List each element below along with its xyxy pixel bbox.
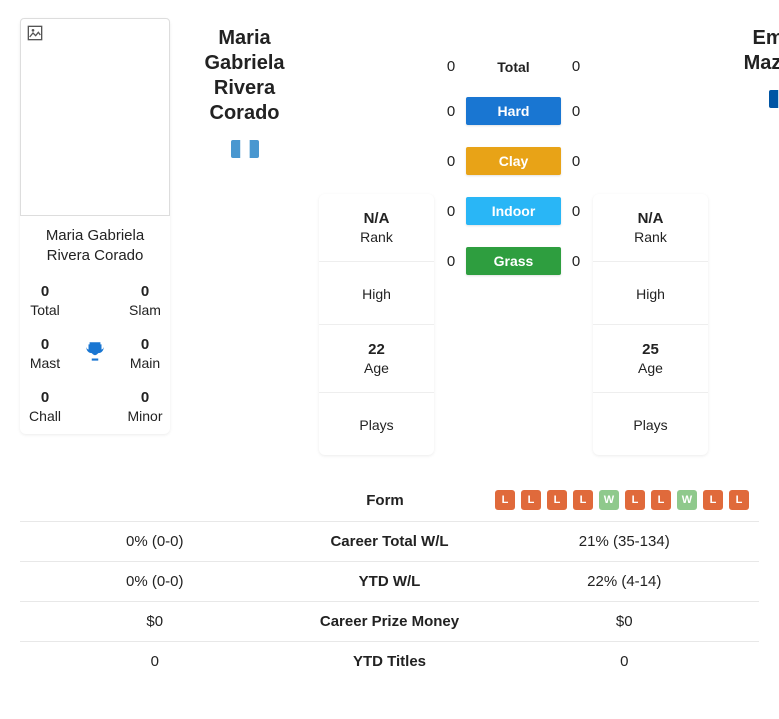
form-p2: LLLLWLLWLL: [485, 490, 759, 510]
form-badge: L: [573, 490, 593, 510]
cmp-form-row: Form LLLLWLLWLL: [20, 479, 759, 522]
p1-age: 22 Age: [319, 325, 434, 393]
p1-plays: Plays: [319, 393, 434, 455]
p2-plays: Plays: [593, 393, 708, 455]
form-badge: W: [599, 490, 619, 510]
comparison-table: Form LLLLWLLWLL 0% (0-0) Career Total W/…: [20, 479, 759, 681]
p1-rank: N/A Rank: [319, 194, 434, 262]
h2h-hard-row: 0 Hard 0: [446, 97, 581, 125]
p1-total-titles: 0 Total: [20, 283, 70, 318]
cmp-ytd-row: 0% (0-0) YTD W/L 22% (4-14): [20, 562, 759, 602]
player2-header: Emma Mazzoni: [720, 18, 779, 112]
player1-photo: [20, 18, 170, 216]
player2-stats-card: N/A Rank High 25 Age Plays: [593, 194, 708, 455]
surface-hard-button[interactable]: Hard: [466, 97, 561, 125]
player1-name: Maria Gabriela Rivera Corado: [20, 226, 170, 265]
form-badge: L: [521, 490, 541, 510]
form-badge: L: [495, 490, 515, 510]
h2h-total-row: 0 Total 0: [446, 58, 581, 75]
h2h-clay-row: 0 Clay 0: [446, 147, 581, 175]
h2h-grass-row: 0 Grass 0: [446, 247, 581, 275]
player2-flag-icon: [769, 90, 779, 108]
p1-slam-titles: 0 Slam: [120, 283, 170, 318]
trophy-icon: [70, 339, 120, 369]
player1-stats-card: N/A Rank High 22 Age Plays: [319, 194, 434, 455]
player1-card: Maria Gabriela Rivera Corado 0 Total 0 S…: [20, 18, 170, 434]
surface-grass-button[interactable]: Grass: [466, 247, 561, 275]
h2h-column: 0 Total 0 0 Hard 0 0 Clay 0 0 Indoor 0 0…: [446, 18, 581, 297]
surface-indoor-button[interactable]: Indoor: [466, 197, 561, 225]
cmp-titles-row: 0 YTD Titles 0: [20, 642, 759, 681]
player1-flag-icon: [231, 140, 259, 158]
p2-rank: N/A Rank: [593, 194, 708, 262]
p2-age: 25 Age: [593, 325, 708, 393]
p2-high: High: [593, 262, 708, 325]
p1-high: High: [319, 262, 434, 325]
form-badge: L: [729, 490, 749, 510]
form-badge: L: [651, 490, 671, 510]
p1-main-titles: 0 Main: [120, 336, 170, 371]
cmp-prize-row: $0 Career Prize Money $0: [20, 602, 759, 642]
surface-clay-button[interactable]: Clay: [466, 147, 561, 175]
form-badge: L: [547, 490, 567, 510]
h2h-indoor-row: 0 Indoor 0: [446, 197, 581, 225]
form-badge: W: [677, 490, 697, 510]
p1-mast-titles: 0 Mast: [20, 336, 70, 371]
broken-image-icon: [27, 25, 43, 41]
form-badge: L: [703, 490, 723, 510]
p1-minor-titles: 0 Minor: [120, 389, 170, 424]
cmp-career-row: 0% (0-0) Career Total W/L 21% (35-134): [20, 522, 759, 562]
form-badge: L: [625, 490, 645, 510]
p1-chall-titles: 0 Chall: [20, 389, 70, 424]
player1-header: Maria Gabriela Rivera Corado: [182, 18, 307, 162]
